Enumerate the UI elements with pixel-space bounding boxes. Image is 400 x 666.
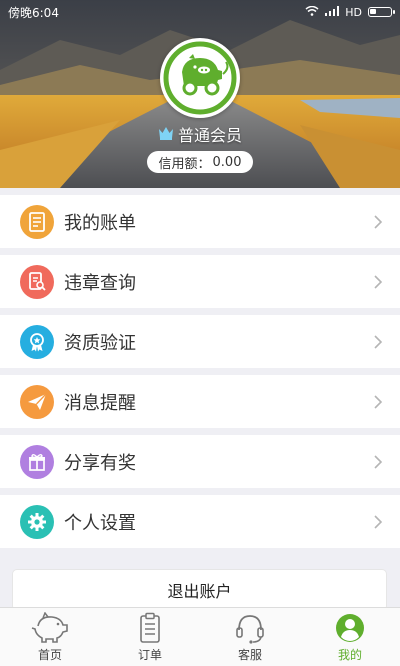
menu-item-qualification[interactable]: 资质验证 — [0, 315, 400, 368]
account-menu: 我的账单 违章查询 资质验证 消息提醒 分享有奖 个人设置 — [0, 195, 400, 555]
chevron-right-icon — [374, 454, 383, 469]
gear-icon — [20, 504, 54, 539]
pig-icon — [31, 612, 68, 643]
bill-icon — [20, 204, 54, 239]
chevron-right-icon — [374, 274, 383, 289]
tab-label: 我的 — [337, 648, 362, 662]
status-time: 傍晚6:04 — [8, 5, 59, 20]
tab-customer-service[interactable]: 客服 — [200, 608, 300, 666]
tab-mine[interactable]: 我的 — [300, 608, 400, 666]
chevron-right-icon — [374, 514, 383, 529]
bottom-tab-bar: 首页 订单 客服 我的 — [0, 607, 400, 666]
signal-icon — [325, 5, 340, 19]
violation-search-icon — [20, 264, 54, 299]
menu-item-label: 资质验证 — [64, 332, 136, 354]
chevron-right-icon — [374, 394, 383, 409]
gift-icon — [20, 444, 54, 479]
user-icon — [336, 614, 364, 642]
menu-item-settings[interactable]: 个人设置 — [0, 495, 400, 548]
battery-icon — [368, 7, 395, 17]
network-type: HD — [345, 5, 362, 19]
tab-label: 客服 — [237, 648, 262, 662]
wifi-icon — [305, 5, 319, 19]
tab-label: 首页 — [37, 648, 62, 662]
chevron-right-icon — [374, 334, 383, 349]
profile-header: 傍晚6:04 HD 普通会员 信用额： 0.00 — [0, 0, 400, 188]
headset-icon — [236, 615, 264, 644]
tab-home[interactable]: 首页 — [0, 608, 100, 666]
menu-item-label: 消息提醒 — [64, 392, 136, 414]
tab-orders[interactable]: 订单 — [100, 608, 200, 666]
menu-item-bill[interactable]: 我的账单 — [0, 195, 400, 248]
crown-icon — [158, 125, 174, 144]
member-level-label: 普通会员 — [177, 126, 242, 145]
menu-item-notifications[interactable]: 消息提醒 — [0, 375, 400, 428]
member-level: 普通会员 — [0, 122, 400, 146]
paper-plane-icon — [20, 384, 54, 419]
chevron-right-icon — [374, 214, 383, 229]
clipboard-icon — [140, 612, 160, 643]
menu-item-label: 个人设置 — [64, 512, 136, 534]
piggy-car-logo-icon — [163, 41, 237, 115]
menu-item-label: 分享有奖 — [64, 452, 136, 474]
certificate-icon — [20, 324, 54, 359]
avatar[interactable] — [160, 38, 240, 118]
menu-item-label: 违章查询 — [64, 272, 136, 294]
credit-badge: 信用额： 0.00 — [147, 151, 253, 173]
menu-item-share-reward[interactable]: 分享有奖 — [0, 435, 400, 488]
status-bar: 傍晚6:04 HD — [0, 0, 400, 24]
credit-value: 0.00 — [212, 154, 242, 170]
menu-item-violation-search[interactable]: 违章查询 — [0, 255, 400, 308]
tab-label: 订单 — [137, 648, 162, 662]
logout-button[interactable]: 退出账户 — [13, 570, 386, 610]
menu-item-label: 我的账单 — [64, 212, 136, 234]
credit-label: 信用额： — [158, 156, 211, 172]
